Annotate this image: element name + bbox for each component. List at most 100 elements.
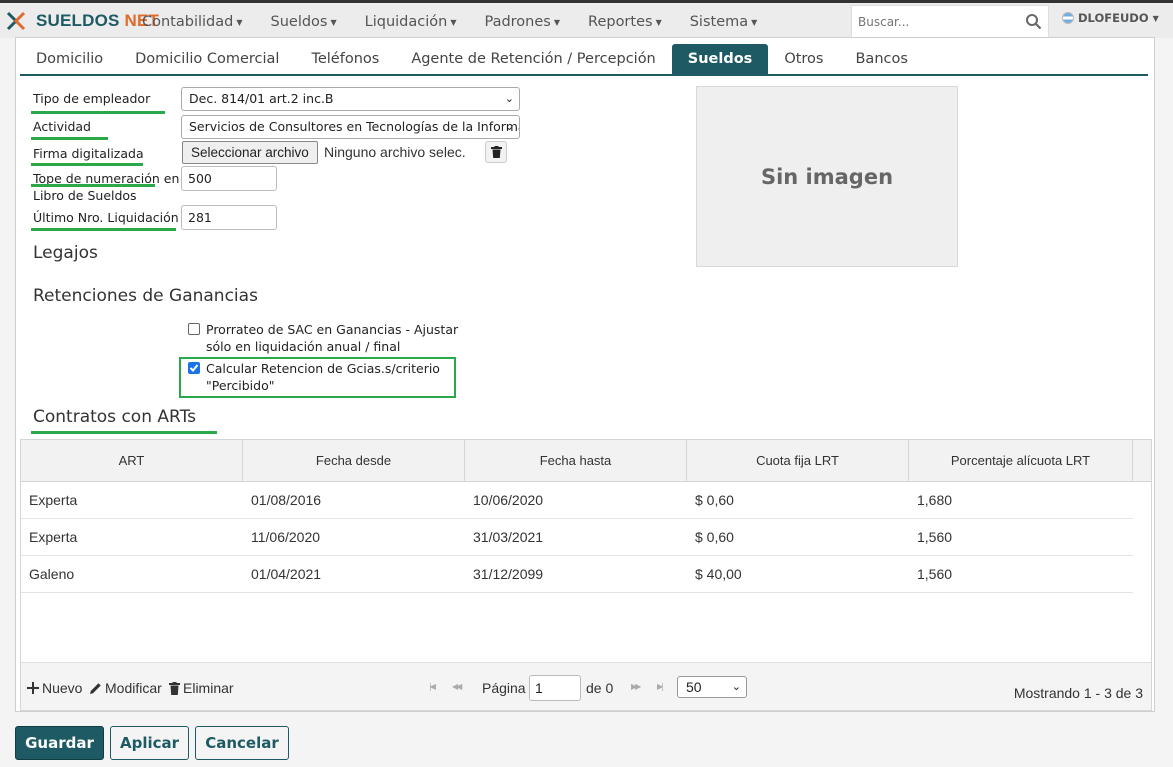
column-header[interactable]: Fecha desde — [243, 440, 465, 482]
caret-down-icon: ▼ — [236, 17, 243, 27]
highlight-underline — [31, 431, 217, 434]
menu-liquidacion[interactable]: Liquidación ▼ — [351, 14, 471, 30]
tope-label: Tope de numeración en Libro de Sueldos — [33, 171, 180, 203]
cell: $ 0,60 — [695, 492, 734, 508]
prev-page-icon[interactable]: ◀◀ — [452, 682, 462, 691]
trash-icon — [169, 681, 180, 695]
cell: 11/06/2020 — [251, 529, 321, 545]
caret-down-icon: ▼ — [751, 17, 758, 27]
records-count: Mostrando 1 - 3 de 3 — [1013, 685, 1143, 701]
tab-agente-retencion[interactable]: Agente de Retención / Percepción — [395, 44, 671, 74]
tab-bancos[interactable]: Bancos — [839, 44, 923, 74]
page-input[interactable]: 1 — [529, 675, 581, 701]
cell: 10/06/2020 — [473, 492, 544, 508]
search-input[interactable] — [852, 14, 1020, 29]
image-placeholder[interactable]: Sin imagen — [696, 86, 958, 267]
first-page-icon[interactable]: |◀ — [429, 682, 436, 691]
actividad-select[interactable]: Servicios de Consultores en Tecnologías … — [181, 115, 520, 139]
tab-telefonos[interactable]: Teléfonos — [295, 44, 395, 74]
column-header[interactable]: Porcentaje alícuota LRT — [909, 440, 1133, 482]
tab-sueldos[interactable]: Sueldos — [671, 44, 769, 74]
edit-button[interactable]: Modificar — [89, 680, 162, 696]
trash-icon — [490, 146, 502, 158]
tope-input[interactable]: 500 — [181, 166, 277, 191]
next-page-icon[interactable]: ▶▶ — [631, 682, 641, 691]
cell: $ 40,00 — [695, 566, 742, 582]
menu-padrones[interactable]: Padrones ▼ — [470, 14, 574, 30]
cell: Galeno — [29, 566, 75, 582]
tab-otros[interactable]: Otros — [768, 44, 839, 74]
logo-icon — [6, 11, 26, 31]
user-menu[interactable]: DLOFEUDO ▼ — [1062, 11, 1159, 25]
caret-down-icon: ▼ — [553, 17, 561, 27]
check-icon — [189, 364, 199, 372]
ultimo-label: Último Nro. Liquidación — [33, 210, 179, 225]
column-header[interactable]: Cuota fija LRT — [687, 440, 909, 482]
cell: Experta — [29, 492, 78, 508]
highlight-underline — [31, 163, 143, 166]
tab-domicilio-comercial[interactable]: Domicilio Comercial — [119, 44, 295, 74]
caret-down-icon: ▼ — [655, 17, 662, 27]
prorrateo-sac-checkbox[interactable]: Prorrateo de SAC en Ganancias - Ajustar s… — [188, 321, 458, 355]
legajos-title: Legajos — [33, 243, 98, 263]
last-page-icon[interactable]: ▶| — [657, 682, 664, 691]
menu-contabilidad[interactable]: Contabilidad ▼ — [128, 14, 257, 30]
save-button[interactable]: Guardar — [15, 726, 104, 760]
column-header[interactable]: ART — [21, 440, 243, 482]
cell: 31/03/2021 — [473, 529, 544, 545]
contratos-title: Contratos con ARTs — [33, 407, 197, 427]
tab-bar: Domicilio Domicilio Comercial Teléfonos … — [20, 44, 1148, 76]
cell: 31/12/2099 — [473, 566, 544, 582]
chevron-down-icon: ⌄ — [504, 92, 514, 105]
file-status: Ninguno archivo selec. — [324, 144, 466, 160]
page-total: de 0 — [586, 680, 614, 696]
user-name: DLOFEUDO — [1078, 11, 1149, 25]
table-row[interactable]: Experta 01/08/2016 10/06/2020 $ 0,60 1,6… — [21, 482, 1133, 519]
delete-button[interactable]: Eliminar — [169, 680, 234, 696]
apply-button[interactable]: Aplicar — [110, 726, 189, 760]
new-button[interactable]: Nuevo — [27, 680, 82, 696]
art-contracts-grid: ART Fecha desde Fecha hasta Cuota fija L… — [20, 439, 1152, 711]
checkbox-label: Prorrateo de SAC en Ganancias - Ajustar s… — [206, 322, 459, 354]
delete-file-button[interactable] — [485, 141, 507, 163]
caret-down-icon: ▼ — [330, 17, 337, 27]
page-label: Página — [482, 680, 526, 696]
checkbox-unchecked[interactable] — [188, 323, 200, 335]
search-icon[interactable] — [1025, 13, 1042, 30]
highlight-underline — [31, 137, 108, 140]
menu-sueldos[interactable]: Sueldos ▼ — [257, 14, 351, 30]
calcular-retencion-checkbox[interactable]: Calcular Retencion de Gcias.s/criterio "P… — [188, 360, 440, 394]
table-row[interactable]: Galeno 01/04/2021 31/12/2099 $ 40,00 1,5… — [21, 556, 1133, 593]
caret-down-icon: ▼ — [1152, 13, 1159, 23]
ultimo-input[interactable]: 281 — [181, 205, 277, 230]
column-header[interactable]: Fecha hasta — [465, 440, 687, 482]
highlight-underline — [31, 228, 176, 231]
retenciones-title: Retenciones de Ganancias — [33, 286, 258, 306]
cell: 01/08/2016 — [251, 492, 322, 508]
tab-domicilio[interactable]: Domicilio — [20, 44, 119, 74]
flag-icon — [1062, 12, 1074, 24]
top-navbar: SUELDOS NET Contabilidad ▼ Sueldos ▼ Liqui… — [0, 0, 1173, 38]
search-box — [851, 5, 1049, 38]
grid-footer: Nuevo Modificar Eliminar |◀ ◀◀ Página 1 … — [21, 662, 1151, 710]
cell: Experta — [29, 529, 78, 545]
pencil-icon — [90, 682, 101, 694]
chevron-down-icon: ⌄ — [504, 120, 514, 133]
cell: $ 0,60 — [695, 529, 734, 545]
menu-reportes[interactable]: Reportes ▼ — [574, 14, 676, 30]
cell: 1,680 — [917, 492, 953, 508]
checkbox-label: Calcular Retencion de Gcias.s/criterio "P… — [206, 361, 440, 393]
cell: 1,560 — [917, 529, 953, 545]
main-menu: Contabilidad ▼ Sueldos ▼ Liquidación ▼ Padr… — [128, 6, 771, 38]
tipo-empleador-label: Tipo de empleador — [33, 91, 151, 106]
select-file-button[interactable]: Seleccionar archivo — [182, 141, 318, 164]
chevron-down-icon: ⌄ — [731, 681, 741, 693]
tipo-empleador-select[interactable]: Dec. 814/01 art.2 inc.B ⌄ — [181, 87, 520, 111]
plus-icon — [27, 682, 39, 694]
menu-sistema[interactable]: Sistema ▼ — [676, 14, 772, 30]
page-size-select[interactable]: 50 ⌄ — [677, 676, 747, 698]
checkbox-checked[interactable] — [188, 362, 200, 374]
cell: 01/04/2021 — [251, 566, 322, 582]
table-row[interactable]: Experta 11/06/2020 31/03/2021 $ 0,60 1,5… — [21, 519, 1133, 556]
cancel-button[interactable]: Cancelar — [195, 726, 289, 760]
